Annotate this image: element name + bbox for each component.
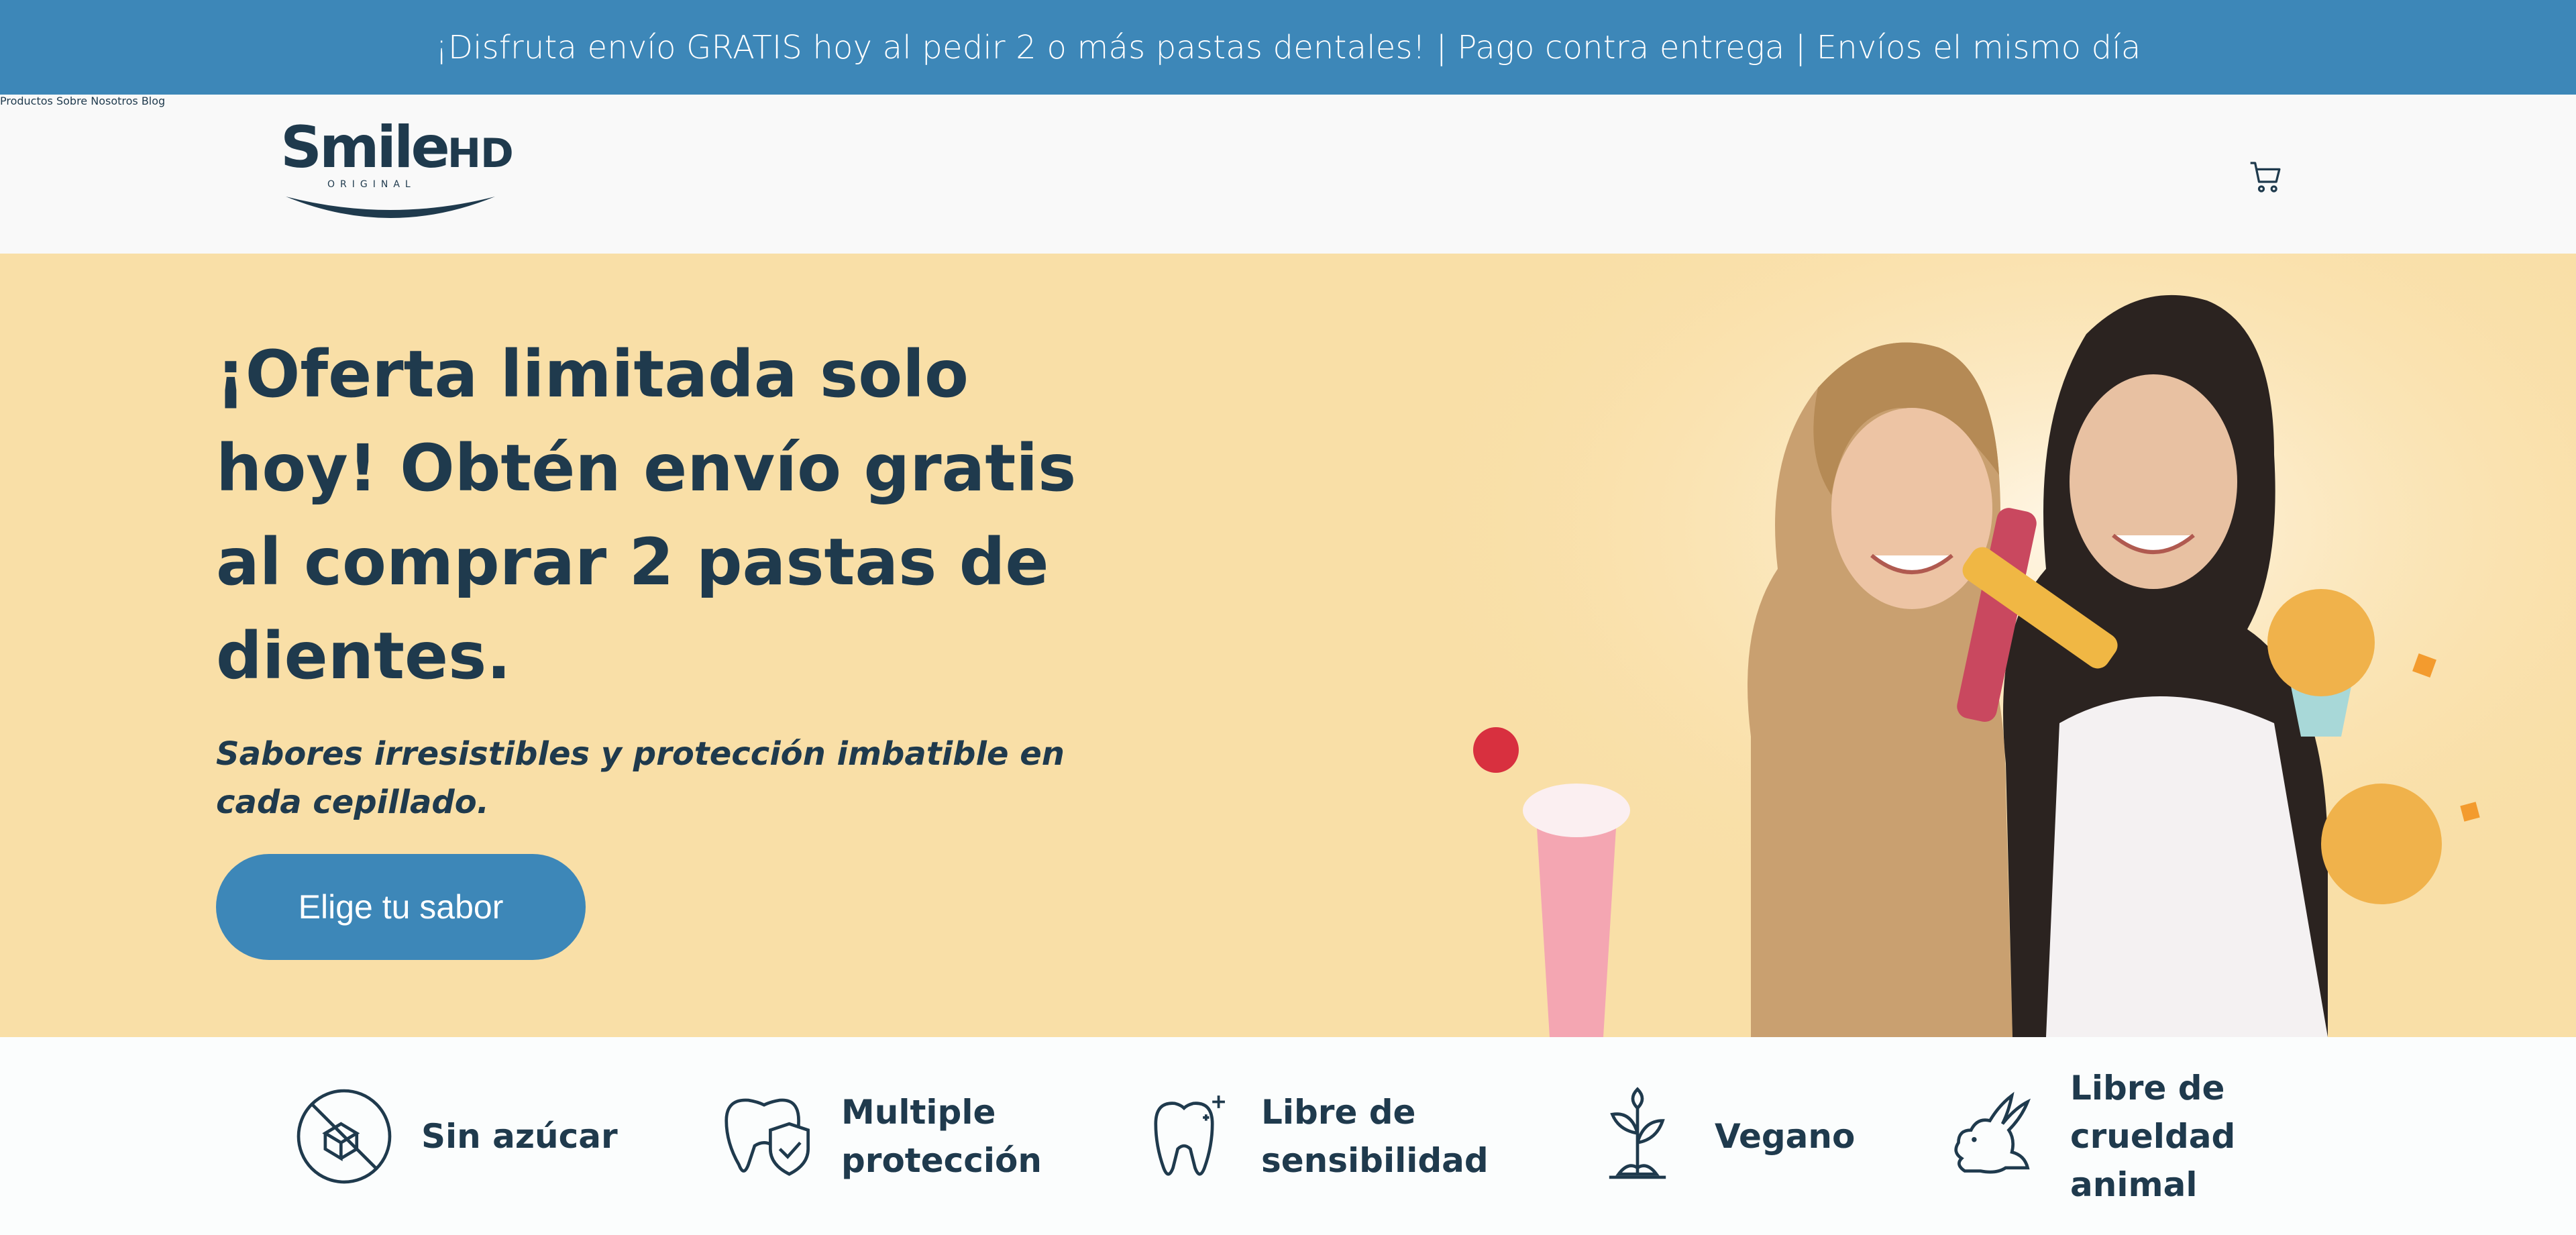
plant-icon — [1609, 1086, 1666, 1179]
hero-image — [1335, 254, 2576, 1037]
logo-tagline: ORIGINAL — [327, 179, 416, 190]
nav-about[interactable]: Sobre Nosotros — [56, 95, 138, 107]
no-sugar-icon — [297, 1089, 392, 1183]
cart-icon[interactable] — [2247, 158, 2285, 196]
feature-no-sugar: Sin azúcar — [294, 1037, 703, 1235]
features-strip: Sin azúcar Multiple protección Libre de … — [0, 1037, 2576, 1235]
rabbit-icon — [1954, 1091, 2031, 1173]
hero-banner: ¡Oferta limitada solo hoy! Obtén envío g… — [0, 254, 2576, 1037]
feature-cruelty-free: Libre de crueldad animal — [1943, 1037, 2352, 1235]
feature-label: Libre de sensibilidad — [1261, 1092, 1489, 1180]
announcement-bar: ¡Disfruta envío GRATIS hoy al pedir 2 o … — [0, 0, 2576, 95]
feature-label: Libre de crueldad animal — [2070, 1068, 2236, 1204]
brand-logo[interactable]: SmileHD ORIGINAL — [280, 119, 514, 219]
tooth-shield-icon — [724, 1098, 810, 1176]
logo-wordmark: SmileHD — [280, 114, 514, 181]
feature-multi-protection: Multiple protección — [714, 1037, 1123, 1235]
choose-flavor-button[interactable]: Elige tu sabor — [216, 854, 586, 960]
feature-label: Sin azúcar — [421, 1116, 618, 1156]
nav-products[interactable]: Productos — [0, 95, 53, 107]
logo-smile-icon — [286, 197, 495, 218]
announcement-text: ¡Disfruta envío GRATIS hoy al pedir 2 o … — [435, 28, 2141, 66]
hero-tagline: Sabores irresistibles y protección imbat… — [216, 735, 1065, 821]
feature-vegan: Vegano — [1587, 1037, 1996, 1235]
site-header: SmileHD ORIGINAL Productos Sobre Nosotro… — [0, 95, 2576, 254]
hero-title: ¡Oferta limitada solo hoy! Obtén envío g… — [216, 337, 1077, 694]
nav-blog[interactable]: Blog — [142, 95, 165, 107]
main-nav: Productos Sobre Nosotros Blog — [0, 95, 2576, 107]
feature-label: Multiple protección — [841, 1092, 1042, 1180]
feature-sensitivity: Libre de sensibilidad — [1134, 1037, 1543, 1235]
tooth-sparkle-icon — [1154, 1095, 1225, 1176]
